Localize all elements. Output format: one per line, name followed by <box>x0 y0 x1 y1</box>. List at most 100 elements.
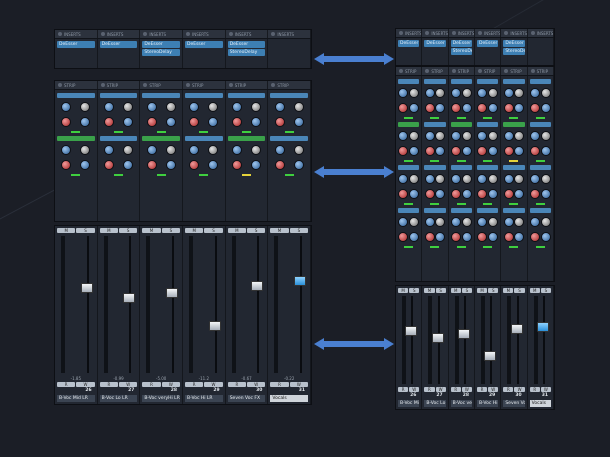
knob[interactable] <box>487 103 498 113</box>
fader[interactable] <box>451 294 472 386</box>
knob[interactable] <box>450 88 461 98</box>
knob[interactable] <box>250 117 261 127</box>
power-icon[interactable] <box>451 69 456 73</box>
knob[interactable] <box>146 160 157 170</box>
knob[interactable] <box>80 145 91 155</box>
knob[interactable] <box>487 189 498 199</box>
knob[interactable] <box>435 103 446 113</box>
insert-slot[interactable]: StereoDelay <box>503 48 525 55</box>
knob[interactable] <box>503 232 514 242</box>
module-bar[interactable] <box>450 122 472 127</box>
knob[interactable] <box>487 146 498 156</box>
solo-button[interactable]: S <box>514 288 525 293</box>
header-cell[interactable]: INSERTS <box>55 30 98 38</box>
write-button[interactable]: W <box>488 387 499 392</box>
read-button[interactable]: R <box>270 382 289 387</box>
knob[interactable] <box>408 146 419 156</box>
power-icon[interactable] <box>100 83 105 87</box>
power-icon[interactable] <box>399 31 403 35</box>
module-bar[interactable] <box>424 208 446 213</box>
read-button[interactable]: R <box>503 387 514 392</box>
knob[interactable] <box>435 217 446 227</box>
knob[interactable] <box>424 131 435 141</box>
power-icon[interactable] <box>399 69 403 73</box>
module-bar[interactable] <box>398 79 420 84</box>
fader-cap[interactable] <box>294 276 307 287</box>
knob[interactable] <box>80 117 91 127</box>
fader-cap[interactable] <box>123 293 136 304</box>
knob[interactable] <box>529 88 540 98</box>
solo-button[interactable]: S <box>119 228 138 233</box>
mute-button[interactable]: M <box>270 228 289 233</box>
channel-name[interactable]: B-Voc Mid LR <box>57 395 95 402</box>
module-bar[interactable] <box>476 79 499 84</box>
header-cell[interactable]: STRIP <box>183 81 226 89</box>
knob[interactable] <box>398 103 409 113</box>
header-cell[interactable]: STRIP <box>396 67 423 75</box>
knob[interactable] <box>398 189 409 199</box>
header-cell[interactable]: STRIP <box>528 67 554 75</box>
knob[interactable] <box>146 145 157 155</box>
knob[interactable] <box>461 103 472 113</box>
knob[interactable] <box>122 160 133 170</box>
knob[interactable] <box>487 232 498 242</box>
power-icon[interactable] <box>271 32 276 36</box>
channel-name[interactable]: B-Voc Lo LR <box>99 395 138 402</box>
knob[interactable] <box>477 103 488 113</box>
header-cell[interactable]: INSERTS <box>528 29 554 37</box>
knob[interactable] <box>450 103 461 113</box>
knob[interactable] <box>232 117 243 127</box>
header-cell[interactable]: INSERTS <box>226 30 269 38</box>
knob[interactable] <box>274 102 285 112</box>
solo-button[interactable]: S <box>409 288 420 293</box>
solo-button[interactable]: S <box>461 288 472 293</box>
knob[interactable] <box>540 103 551 113</box>
write-button[interactable]: W <box>161 382 181 387</box>
module-bar[interactable] <box>398 122 420 127</box>
header-cell[interactable]: INSERTS <box>396 29 423 37</box>
module-bar[interactable] <box>185 93 223 98</box>
knob[interactable] <box>487 217 498 227</box>
mute-button[interactable]: M <box>424 288 435 293</box>
knob[interactable] <box>250 102 261 112</box>
knob[interactable] <box>461 88 472 98</box>
knob[interactable] <box>540 232 551 242</box>
write-button[interactable]: W <box>540 387 551 392</box>
knob[interactable] <box>398 217 409 227</box>
mute-button[interactable]: M <box>142 228 161 233</box>
knob[interactable] <box>408 174 419 184</box>
knob[interactable] <box>408 88 419 98</box>
header-cell[interactable]: INSERTS <box>422 29 449 37</box>
channel-name[interactable]: B-Voc Lo LR <box>424 400 446 407</box>
knob[interactable] <box>461 189 472 199</box>
knob[interactable] <box>232 145 243 155</box>
knob[interactable] <box>461 217 472 227</box>
knob[interactable] <box>189 160 200 170</box>
channel-name[interactable]: Seven Voc FX <box>503 400 525 407</box>
knob[interactable] <box>450 189 461 199</box>
module-bar[interactable] <box>398 208 420 213</box>
header-cell[interactable]: STRIP <box>140 81 184 89</box>
solo-button[interactable]: S <box>540 288 551 293</box>
module-bar[interactable] <box>450 208 472 213</box>
knob[interactable] <box>450 174 461 184</box>
power-icon[interactable] <box>186 83 191 87</box>
fader-cap[interactable] <box>80 283 93 294</box>
write-button[interactable]: W <box>204 382 223 387</box>
knob[interactable] <box>424 174 435 184</box>
knob[interactable] <box>540 131 551 141</box>
insert-slot[interactable]: DeEsser <box>57 41 95 48</box>
channel-name[interactable]: B-Voc Hi LR <box>476 400 499 407</box>
knob[interactable] <box>435 146 446 156</box>
knob[interactable] <box>232 160 243 170</box>
insert-slot[interactable]: DeEsser <box>476 40 499 47</box>
mute-button[interactable]: M <box>503 288 514 293</box>
knob[interactable] <box>165 145 176 155</box>
read-button[interactable]: R <box>450 387 461 392</box>
power-icon[interactable] <box>477 31 482 35</box>
solo-button[interactable]: S <box>76 228 95 233</box>
knob[interactable] <box>514 217 525 227</box>
knob[interactable] <box>514 232 525 242</box>
mute-button[interactable]: M <box>450 288 461 293</box>
power-icon[interactable] <box>143 32 148 36</box>
